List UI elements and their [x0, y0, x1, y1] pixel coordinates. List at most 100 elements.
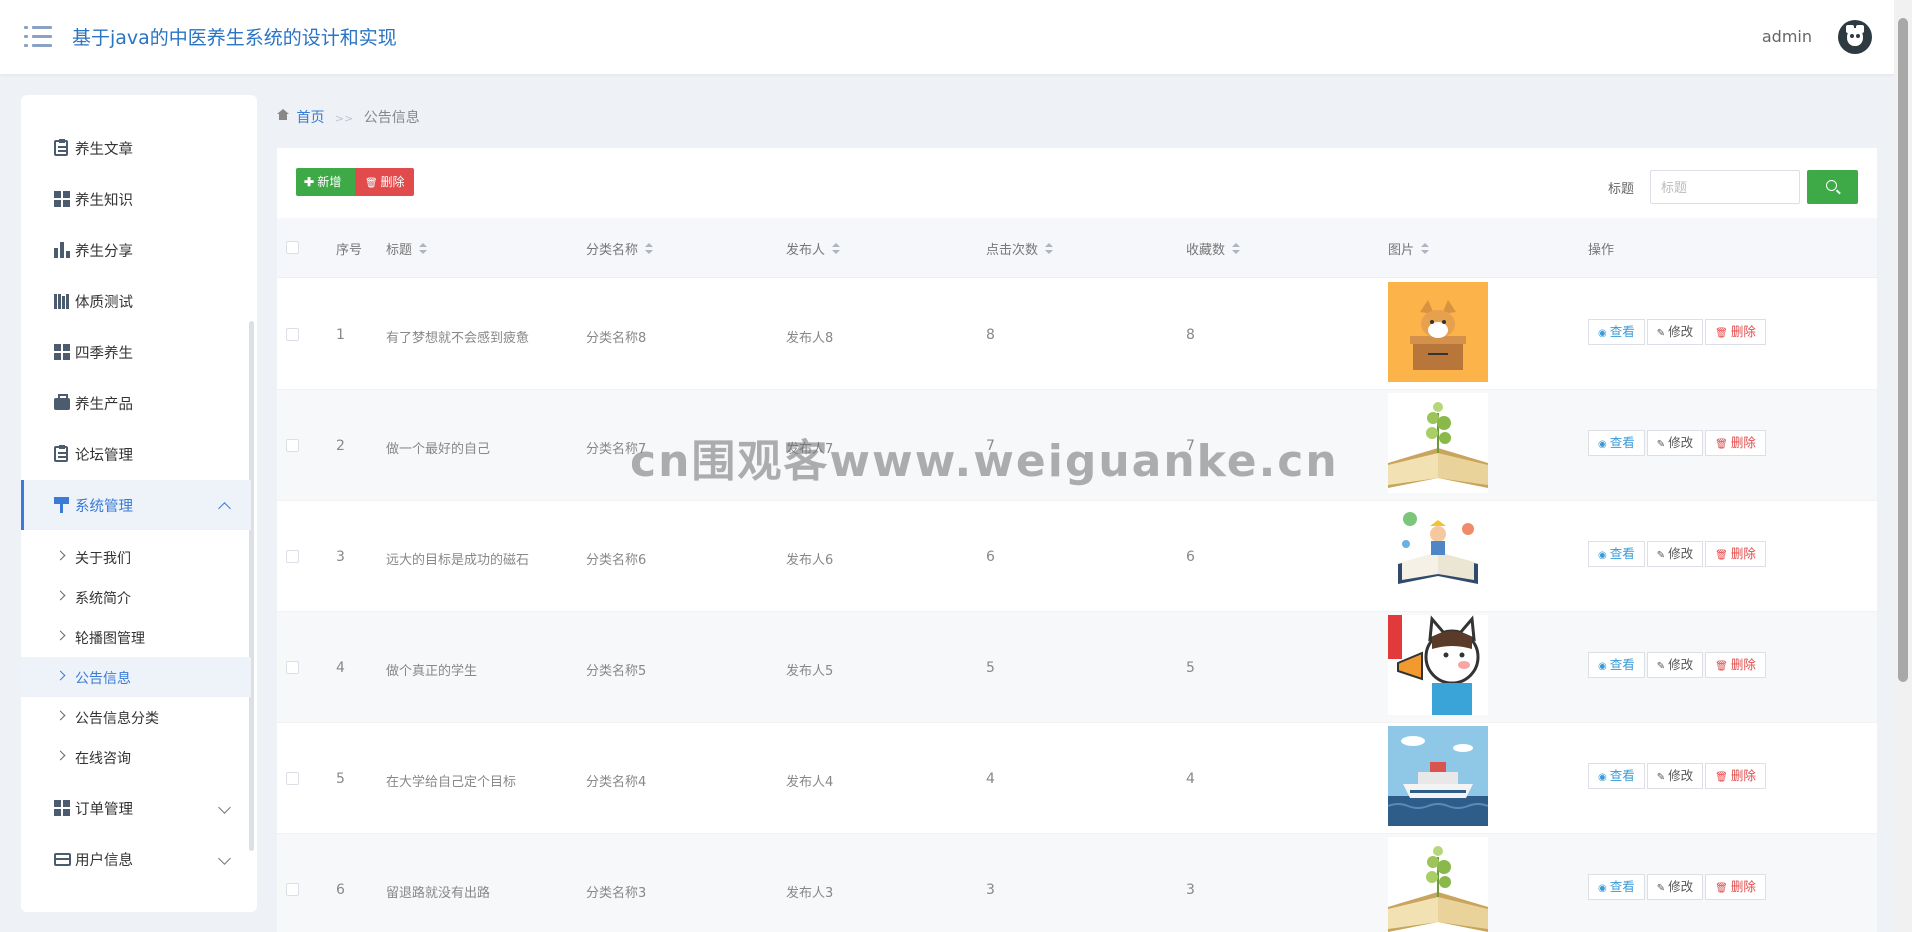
table-header: 序号 标题 分类名称 发布人 点击次数 收藏数 图片 操作 [277, 218, 1877, 278]
search-input[interactable] [1650, 170, 1800, 204]
edit-button[interactable]: ✎ 修改 [1646, 319, 1704, 345]
trash-icon: 🗑 [1715, 661, 1728, 672]
breadcrumb-separator: >> [334, 112, 354, 125]
row-checkbox[interactable] [286, 439, 299, 452]
trash-icon: 🗑 [365, 178, 381, 189]
page-scrollbar[interactable] [1894, 0, 1912, 932]
row-actions: ◉ 查看 ✎ 修改 🗑 删除 [1588, 763, 1768, 789]
edit-button[interactable]: ✎ 修改 [1646, 763, 1704, 789]
row-checkbox[interactable] [286, 661, 299, 674]
edit-icon: ✎ [1656, 772, 1666, 783]
row-checkbox[interactable] [286, 772, 299, 785]
row-checkbox[interactable] [286, 328, 299, 341]
eye-icon: ◉ [1598, 883, 1607, 894]
books-icon [54, 293, 70, 309]
sidebar-item-share[interactable]: 养生分享 [21, 225, 251, 275]
edit-icon: ✎ [1656, 883, 1666, 894]
search-button[interactable] [1807, 170, 1858, 204]
edit-button[interactable]: ✎ 修改 [1646, 652, 1704, 678]
view-button[interactable]: ◉ 查看 [1588, 652, 1645, 678]
sub-item-notice[interactable]: 公告信息 [21, 657, 251, 697]
menu-toggle-icon[interactable] [24, 24, 52, 50]
user-name[interactable]: admin [1762, 27, 1812, 46]
notice-image [1388, 282, 1488, 382]
trash-icon: 🗑 [1715, 439, 1728, 450]
table-row: 1 有了梦想就不会感到疲惫 分类名称8 发布人8 8 8 ◉ 查看 ✎ 修改 🗑 删除 [277, 279, 1877, 390]
delete-button[interactable]: 🗑 删除 [1705, 430, 1766, 456]
chevron-down-icon [218, 801, 231, 814]
edit-icon: ✎ [1656, 550, 1666, 561]
sub-item-intro[interactable]: 系统简介 [21, 577, 251, 617]
col-publisher[interactable]: 发布人 [786, 239, 841, 258]
row-checkbox[interactable] [286, 883, 299, 896]
sidebar-item-users[interactable]: 用户信息 [21, 834, 251, 884]
col-actions: 操作 [1588, 243, 1615, 258]
delete-button[interactable]: 🗑 删除 [1705, 541, 1766, 567]
chevron-right-icon [55, 590, 66, 601]
col-title[interactable]: 标题 [386, 239, 428, 258]
chevron-right-icon [55, 550, 66, 561]
col-image[interactable]: 图片 [1388, 239, 1430, 258]
row-actions: ◉ 查看 ✎ 修改 🗑 删除 [1588, 652, 1768, 678]
sidebar-item-system[interactable]: 系统管理 [21, 480, 251, 530]
trash-icon: 🗑 [1715, 883, 1728, 894]
sub-item-notice-category[interactable]: 公告信息分类 [21, 697, 251, 737]
sort-icon [645, 243, 654, 255]
briefcase-icon [54, 394, 70, 410]
card-icon [54, 853, 71, 866]
batch-delete-button[interactable]: 🗑 删除 [355, 168, 414, 196]
edit-button[interactable]: ✎ 修改 [1646, 430, 1704, 456]
sub-item-about[interactable]: 关于我们 [21, 537, 251, 577]
edit-icon: ✎ [1656, 661, 1666, 672]
view-button[interactable]: ◉ 查看 [1588, 319, 1645, 345]
sidebar-item-forum[interactable]: 论坛管理 [21, 429, 251, 479]
row-actions: ◉ 查看 ✎ 修改 🗑 删除 [1588, 541, 1768, 567]
app-title: 基于java的中医养生系统的设计和实现 [72, 27, 397, 49]
add-button[interactable]: ✚ 新增 [296, 168, 355, 196]
clipboard-icon [54, 139, 68, 156]
sidebar-item-seasons[interactable]: 四季养生 [21, 327, 251, 377]
view-button[interactable]: ◉ 查看 [1588, 763, 1645, 789]
delete-button[interactable]: 🗑 删除 [1705, 874, 1766, 900]
search-icon [1826, 180, 1837, 191]
grid-icon [54, 191, 70, 207]
breadcrumb: 首页 >> 公告信息 [277, 107, 420, 127]
delete-button[interactable]: 🗑 删除 [1705, 652, 1766, 678]
eye-icon: ◉ [1598, 439, 1607, 450]
chevron-right-icon [55, 630, 66, 641]
edit-icon: ✎ [1656, 439, 1666, 450]
view-button[interactable]: ◉ 查看 [1588, 430, 1645, 456]
edit-button[interactable]: ✎ 修改 [1646, 874, 1704, 900]
plus-icon: ✚ [304, 175, 318, 189]
row-checkbox[interactable] [286, 550, 299, 563]
sort-icon [1232, 243, 1241, 255]
clipboard-icon [54, 445, 68, 462]
sub-item-consult[interactable]: 在线咨询 [21, 737, 251, 777]
view-button[interactable]: ◉ 查看 [1588, 541, 1645, 567]
sidebar-item-articles[interactable]: 养生文章 [21, 123, 251, 173]
col-clicks[interactable]: 点击次数 [986, 239, 1054, 258]
col-favorites[interactable]: 收藏数 [1186, 239, 1241, 258]
select-all-checkbox[interactable] [286, 241, 299, 254]
row-actions: ◉ 查看 ✎ 修改 🗑 删除 [1588, 319, 1768, 345]
notice-panel: ✚ 新增 🗑 删除 标题 序号 标题 分类名称 发布人 点击次数 收藏数 图片 … [277, 148, 1877, 932]
view-button[interactable]: ◉ 查看 [1588, 874, 1645, 900]
table-row: 6 留退路就没有出路 分类名称3 发布人3 3 3 ◉ 查看 ✎ 修改 🗑 删除 [277, 834, 1877, 932]
breadcrumb-home[interactable]: 首页 [296, 110, 324, 126]
edit-button[interactable]: ✎ 修改 [1646, 541, 1704, 567]
table-row: 5 在大学给自己定个目标 分类名称4 发布人4 4 4 ◉ 查看 ✎ 修改 🗑 删除 [277, 723, 1877, 834]
sidebar-item-orders[interactable]: 订单管理 [21, 783, 251, 833]
sidebar-item-constitution-test[interactable]: 体质测试 [21, 276, 251, 326]
sidebar-item-knowledge[interactable]: 养生知识 [21, 174, 251, 224]
sidebar-item-products[interactable]: 养生产品 [21, 378, 251, 428]
paint-roller-icon [54, 497, 70, 513]
sub-item-carousel[interactable]: 轮播图管理 [21, 617, 251, 657]
table-row: 4 做个真正的学生 分类名称5 发布人5 5 5 ◉ 查看 ✎ 修改 🗑 删除 [277, 612, 1877, 723]
delete-button[interactable]: 🗑 删除 [1705, 319, 1766, 345]
avatar[interactable] [1838, 20, 1872, 54]
delete-button[interactable]: 🗑 删除 [1705, 763, 1766, 789]
col-category[interactable]: 分类名称 [586, 239, 654, 258]
eye-icon: ◉ [1598, 772, 1607, 783]
notice-image [1388, 615, 1488, 715]
chevron-up-icon [218, 502, 231, 515]
